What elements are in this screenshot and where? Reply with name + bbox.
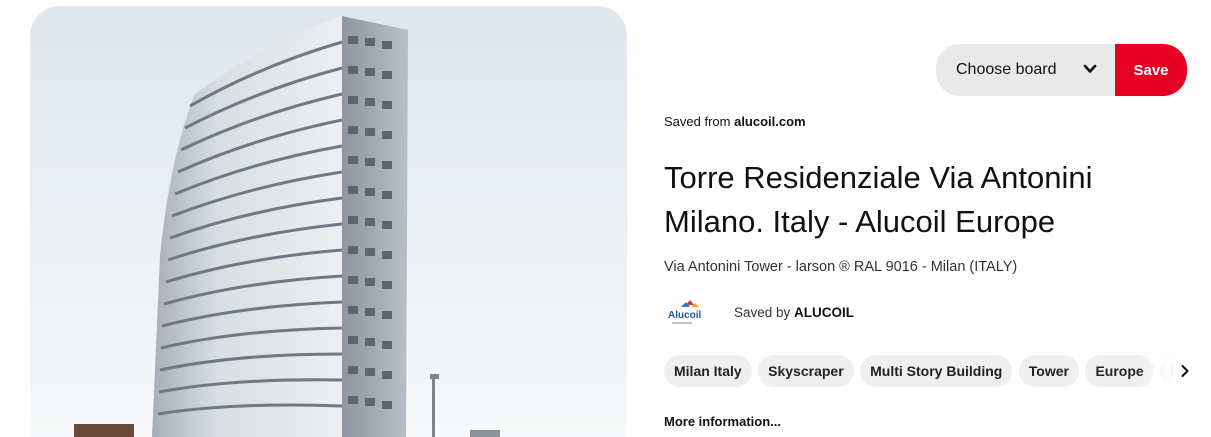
tag-chip-tower[interactable]: Tower <box>1018 355 1079 387</box>
saved-from-link[interactable]: Saved from alucoil.com <box>664 114 806 129</box>
saved-from-domain: alucoil.com <box>734 114 806 129</box>
save-button[interactable]: Save <box>1115 44 1187 96</box>
saved-by-user[interactable]: ALUCOIL <box>794 305 854 320</box>
board-picker-dropdown[interactable]: Choose board <box>936 44 1116 96</box>
saved-by: Saved by ALUCOIL <box>734 305 854 320</box>
pin-description: Via Antonini Tower - larson ® RAL 9016 -… <box>664 259 1018 275</box>
tag-chip-skyscraper[interactable]: Skyscraper <box>758 355 854 387</box>
pin-image[interactable] <box>30 6 627 437</box>
tags-fade-overlay <box>1140 355 1174 387</box>
tag-chip-multi-story-building[interactable]: Multi Story Building <box>860 355 1013 387</box>
saved-from-prefix: Saved from <box>664 114 735 129</box>
more-information-link[interactable]: More information... <box>664 414 781 429</box>
alucoil-logo[interactable]: Alucoil <box>664 298 716 328</box>
pin-title: Torre Residenziale Via Antonini Milano. … <box>664 160 1093 239</box>
saved-by-prefix: Saved by <box>734 305 795 320</box>
tag-list: Milan Italy Skyscraper Multi Story Build… <box>664 355 1174 387</box>
logo-text: Alucoil <box>668 310 702 321</box>
chevron-down-icon <box>1083 62 1097 81</box>
tag-chip-milan-italy[interactable]: Milan Italy <box>664 355 752 387</box>
chevron-right-icon[interactable] <box>1176 361 1194 381</box>
board-picker-label: Choose board <box>956 61 1057 78</box>
